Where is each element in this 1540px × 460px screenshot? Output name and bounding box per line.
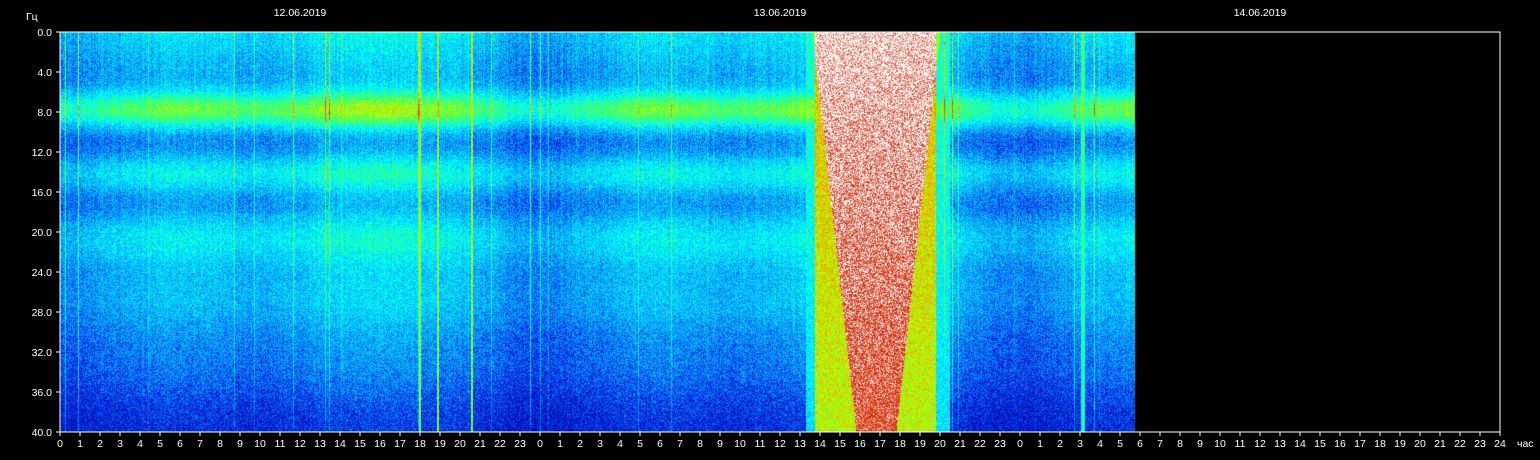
x-tick-label: 17 xyxy=(1354,438,1366,450)
y-tick-label: 24.0 xyxy=(32,267,53,279)
x-tick-label: 19 xyxy=(434,438,446,450)
x-tick-label: 15 xyxy=(834,438,846,450)
x-tick-label: 21 xyxy=(954,438,966,450)
y-axis: 0.0 4.0 8.0 12.0 16.0 20.0 24.0 28.0 32.0 36.0 40.… xyxy=(32,27,60,439)
x-tick-label: 6 xyxy=(177,438,183,450)
x-tick-label: 21 xyxy=(474,438,486,450)
x-tick-label: 6 xyxy=(1137,438,1143,450)
x-tick-label: 10 xyxy=(254,438,266,450)
x-tick-label: 18 xyxy=(414,438,426,450)
x-tick-label: 3 xyxy=(1077,438,1083,450)
x-tick-label: 8 xyxy=(217,438,223,450)
x-tick-label: 17 xyxy=(874,438,886,450)
x-tick-label: 20 xyxy=(934,438,946,450)
y-tick-label: 40.0 xyxy=(32,427,53,439)
x-tick-label: 17 xyxy=(394,438,406,450)
x-tick-label: 5 xyxy=(637,438,643,450)
x-tick-label: 3 xyxy=(117,438,123,450)
x-tick-label: 11 xyxy=(275,438,286,450)
x-tick-label: 10 xyxy=(734,438,746,450)
x-tick-label: 11 xyxy=(1235,438,1246,450)
x-tick-label: 9 xyxy=(717,438,723,450)
x-tick-label: 4 xyxy=(1097,438,1103,450)
x-tick-label: 10 xyxy=(1214,438,1226,450)
x-tick-label: 9 xyxy=(1197,438,1203,450)
x-tick-label: 14 xyxy=(334,438,346,450)
x-tick-label: 21 xyxy=(1434,438,1446,450)
x-tick-label: 7 xyxy=(677,438,683,450)
x-tick-label: 7 xyxy=(1157,438,1163,450)
x-tick-label: 12 xyxy=(1254,438,1266,450)
x-tick-label: 19 xyxy=(914,438,926,450)
x-tick-label: 8 xyxy=(697,438,703,450)
x-tick-label: 23 xyxy=(994,438,1006,450)
x-axis-label: час xyxy=(1517,438,1534,450)
x-tick-label: 12 xyxy=(774,438,786,450)
x-tick-label: 14 xyxy=(1294,438,1306,450)
x-tick-label: 5 xyxy=(1117,438,1123,450)
x-tick-label: 20 xyxy=(454,438,466,450)
x-tick-label: 16 xyxy=(374,438,386,450)
x-tick-label: 24 xyxy=(1494,438,1506,450)
x-tick-label: 15 xyxy=(1314,438,1326,450)
x-tick-label: 6 xyxy=(657,438,663,450)
x-tick-label: 5 xyxy=(157,438,163,450)
x-tick-label: 22 xyxy=(974,438,986,450)
y-tick-label: 28.0 xyxy=(32,307,53,319)
date-label: 12.06.2019 xyxy=(274,7,327,19)
x-tick-label: 22 xyxy=(494,438,506,450)
date-label: 14.06.2019 xyxy=(1234,7,1287,19)
x-tick-label: 12 xyxy=(294,438,306,450)
x-tick-label: 18 xyxy=(1374,438,1386,450)
x-tick-label: 2 xyxy=(97,438,103,450)
y-tick-label: 12.0 xyxy=(32,147,53,159)
x-tick-label: 11 xyxy=(755,438,766,450)
y-tick-label: 4.0 xyxy=(37,67,52,79)
x-tick-label: 13 xyxy=(314,438,326,450)
x-tick-label: 0 xyxy=(537,438,543,450)
y-tick-label: 36.0 xyxy=(32,387,53,399)
y-tick-label: 32.0 xyxy=(32,347,53,359)
x-tick-label: 23 xyxy=(514,438,526,450)
x-tick-label: 8 xyxy=(1177,438,1183,450)
y-tick-label: 8.0 xyxy=(37,107,52,119)
x-tick-label: 15 xyxy=(354,438,366,450)
x-tick-label: 23 xyxy=(1474,438,1486,450)
x-tick-label: 1 xyxy=(1037,438,1043,450)
y-tick-label: 20.0 xyxy=(32,227,53,239)
x-tick-label: 2 xyxy=(1057,438,1063,450)
x-tick-label: 16 xyxy=(854,438,866,450)
date-label: 13.06.2019 xyxy=(754,7,807,19)
y-tick-label: 0.0 xyxy=(37,27,52,39)
x-tick-label: 16 xyxy=(1334,438,1346,450)
x-tick-label: 18 xyxy=(894,438,906,450)
y-axis-label: Гц xyxy=(26,11,38,23)
date-labels: 12.06.2019 13.06.2019 14.06.2019 xyxy=(274,7,1287,19)
x-tick-label: 14 xyxy=(814,438,826,450)
x-tick-label: 1 xyxy=(77,438,83,450)
x-tick-label: 2 xyxy=(577,438,583,450)
x-tick-label: 19 xyxy=(1394,438,1406,450)
x-tick-label: 9 xyxy=(237,438,243,450)
spectrogram-chart: Гц 12.06.2019 13.06.2019 14.06.2019 0.0 4.0… xyxy=(26,7,1534,450)
x-axis: 0 1 2 3 4 5 6 7 8 9 10 11 12 13 14 15 16 17 18 19 20 21 22 23 0 1… xyxy=(57,432,1506,450)
y-tick-label: 16.0 xyxy=(32,187,53,199)
x-tick-label: 1 xyxy=(557,438,563,450)
x-tick-label: 0 xyxy=(1017,438,1023,450)
x-tick-label: 20 xyxy=(1414,438,1426,450)
x-tick-label: 4 xyxy=(617,438,623,450)
x-tick-label: 13 xyxy=(1274,438,1286,450)
x-tick-label: 22 xyxy=(1454,438,1466,450)
x-tick-label: 7 xyxy=(197,438,203,450)
x-tick-label: 0 xyxy=(57,438,63,450)
x-tick-label: 4 xyxy=(137,438,143,450)
x-tick-label: 13 xyxy=(794,438,806,450)
x-tick-label: 3 xyxy=(597,438,603,450)
spectrogram-image xyxy=(60,32,1500,432)
